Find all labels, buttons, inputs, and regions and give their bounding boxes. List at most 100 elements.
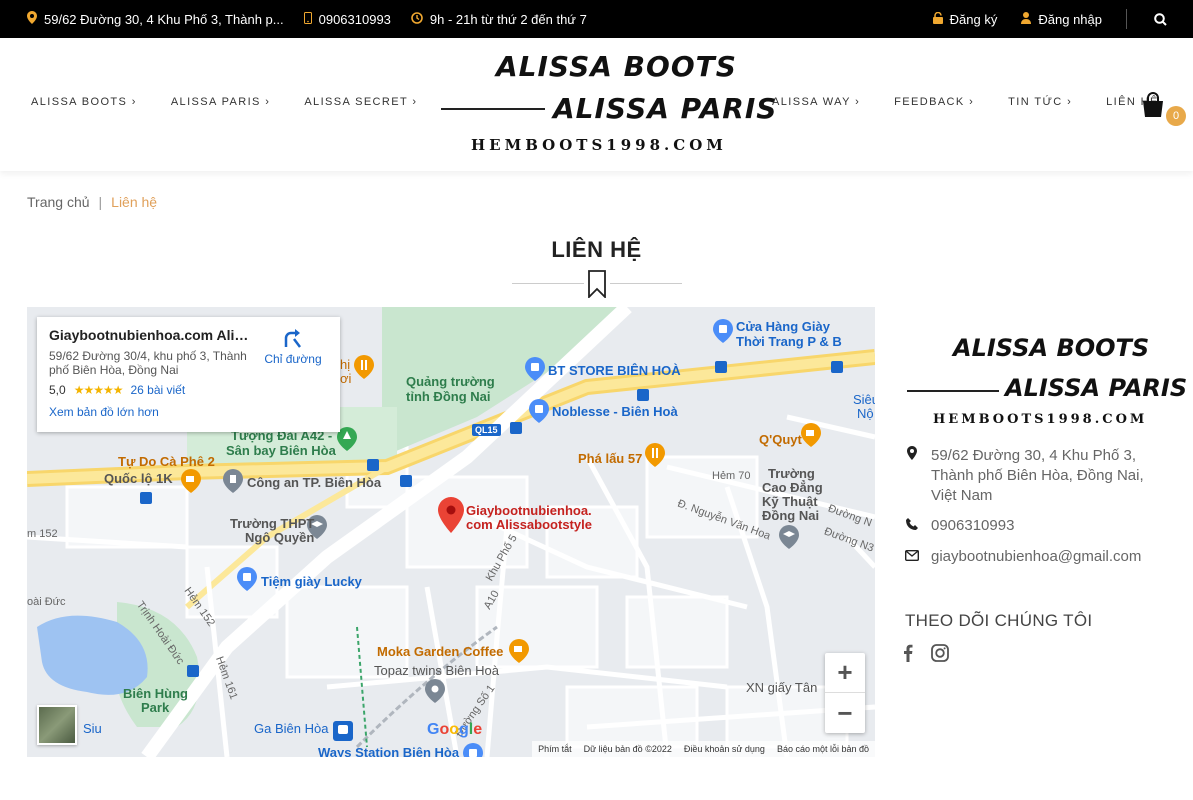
map-label-pin1: Giaybootnubienhoa. — [466, 503, 592, 518]
site-header: ALISSA BOOTS › ALISSA PARIS › ALISSA SEC… — [0, 38, 1193, 171]
phone-icon — [905, 516, 919, 536]
bus-stop-icon — [187, 665, 199, 677]
satellite-toggle[interactable] — [37, 705, 77, 745]
map-label-square1: Quảng trường — [406, 374, 495, 389]
map-label-hoiduc: oài Đức — [27, 596, 66, 608]
social-links — [903, 644, 949, 667]
cafe-pin-icon[interactable] — [801, 423, 821, 452]
map-label-bt-store: BT STORE BIÊN HOÀ — [548, 363, 681, 378]
train-station-icon[interactable] — [333, 721, 353, 746]
place-pin-icon[interactable] — [425, 679, 445, 708]
reviews-link[interactable]: 26 bài viết — [130, 383, 185, 397]
breadcrumb-current: Liên hệ — [111, 194, 158, 210]
terms-link[interactable]: Điều khoản sử dụng — [684, 744, 765, 754]
nav-feedback[interactable]: FEEDBACK › — [894, 96, 974, 108]
place-address: 59/62 Đường 30/4, khu phố 3, Thành phố B… — [49, 349, 247, 377]
shopping-pin-icon[interactable] — [463, 743, 483, 757]
contact-email[interactable]: giaybootnubienhoa@gmail.com — [904, 547, 1141, 567]
zoom-out-button[interactable]: − — [825, 693, 865, 733]
map-place-card: Giaybootnubienhoa.com Aliss... 59/62 Đườ… — [37, 317, 340, 432]
shopping-pin-icon[interactable] — [237, 567, 257, 596]
shopping-pin-icon[interactable] — [713, 319, 733, 348]
map-label-hs2: Ngô Quyền — [245, 530, 315, 545]
topbar-divider — [1126, 9, 1127, 29]
map-label-hem152b: m 152 — [27, 528, 58, 540]
map-label-police: Công an TP. Biên Hòa — [247, 475, 382, 490]
keyboard-shortcuts-link[interactable]: Phím tắt — [538, 744, 572, 754]
google-map[interactable]: QL15 Cửa Hàng Giày Thời Trang P & B BT S… — [27, 307, 875, 757]
contact-address: 59/62 Đường 30, 4 Khu Phố 3, Thành phố B… — [905, 446, 1165, 506]
map-label-college2: Cao Đẳng — [762, 480, 823, 495]
search-icon[interactable] — [1145, 12, 1175, 26]
map-label-oi: ơi — [340, 371, 352, 386]
main-nav-right: ALISSA WAY › FEEDBACK › TIN TỨC › LIÊN H… — [772, 96, 1159, 108]
view-larger-map-link[interactable]: Xem bản đồ lớn hơn — [49, 405, 328, 419]
cafe-pin-icon[interactable] — [181, 469, 201, 498]
cart-count-badge: 0 — [1166, 106, 1186, 126]
map-label-college4: Đồng Nai — [762, 508, 820, 523]
nav-tin-tuc[interactable]: TIN TỨC › — [1008, 96, 1072, 108]
breadcrumb: Trang chủ | Liên hệ — [27, 194, 157, 210]
park-pin-icon[interactable] — [337, 427, 357, 456]
road-shield-ql15: QL15 — [472, 424, 501, 436]
register-link[interactable]: Đăng ký — [932, 11, 997, 27]
bus-stop-icon — [367, 459, 379, 471]
restaurant-pin-icon[interactable] — [354, 355, 374, 384]
title-rule-right — [610, 283, 682, 284]
bus-stop-icon — [510, 422, 522, 434]
top-bar: 59/62 Đường 30, 4 Khu Phố 3, Thành p... … — [0, 0, 1193, 38]
map-label-siu: Siu — [83, 721, 102, 736]
map-data-text: Dữ liệu bản đồ ©2022 — [583, 744, 672, 754]
page-title: LIÊN HỆ — [551, 237, 642, 262]
map-label-phalau: Phá lấu 57 — [578, 451, 643, 466]
logo-line — [907, 390, 999, 392]
zoom-in-button[interactable]: + — [825, 653, 865, 693]
report-error-link[interactable]: Báo cáo một lỗi bản đồ — [777, 744, 869, 754]
bus-stop-icon — [140, 492, 152, 504]
instagram-icon[interactable] — [931, 644, 949, 667]
map-attribution: Phím tắt Dữ liệu bản đồ ©2022 Điều khoản… — [532, 741, 875, 757]
directions-button[interactable]: Chỉ đường — [258, 327, 328, 366]
login-link[interactable]: Đăng nhập — [1021, 11, 1102, 27]
nav-alissa-boots[interactable]: ALISSA BOOTS › — [31, 96, 137, 108]
shopping-pin-icon[interactable] — [529, 399, 549, 428]
nav-alissa-secret[interactable]: ALISSA SECRET › — [304, 96, 417, 108]
map-label-square2: tỉnh Đồng Nai — [406, 389, 491, 404]
site-logo[interactable]: ALISSA BOOTS ALISSA PARIS HEMBOOTS1998.C… — [441, 50, 776, 160]
map-label-cafe-tudo: Tự Do Cà Phê 2 — [118, 454, 215, 469]
topbar-phone[interactable]: 0906310993 — [303, 11, 391, 27]
restaurant-pin-icon[interactable] — [645, 443, 665, 472]
map-label-hs1: Trường THPT — [230, 516, 315, 531]
map-label-moka: Moka Garden Coffee — [377, 644, 504, 659]
google-logo: Google — [427, 721, 483, 738]
cafe-pin-icon[interactable] — [509, 639, 529, 668]
zoom-controls: + − — [825, 653, 865, 733]
facebook-icon[interactable] — [903, 644, 913, 667]
star-rating-icon: ★★★★★ — [73, 383, 124, 397]
cart-button[interactable]: 0 — [1140, 92, 1190, 132]
map-label-hem70: Hẻm 70 — [712, 470, 751, 482]
map-label-park1: Biên Hùng — [123, 686, 188, 701]
bus-stop-icon — [831, 361, 843, 373]
topbar-hours: 9h - 21h từ thứ 2 đến thứ 7 — [411, 12, 587, 27]
shopping-pin-icon[interactable] — [525, 357, 545, 386]
nav-alissa-paris[interactable]: ALISSA PARIS › — [171, 96, 271, 108]
location-pin-icon[interactable] — [438, 497, 464, 538]
contact-info: ALISSA BOOTS ALISSA PARIS HEMBOOTS1998.C… — [905, 330, 1187, 435]
shopping-bag-icon — [1140, 92, 1166, 122]
follow-us-heading: THEO DÕI CHÚNG TÔI — [905, 611, 1093, 630]
map-label-phi: hị — [340, 357, 351, 372]
user-icon — [1021, 11, 1032, 27]
police-pin-icon[interactable] — [223, 469, 243, 498]
map-label-noblesse: Noblesse - Biên Hoà — [552, 404, 678, 419]
school-pin-icon[interactable] — [779, 525, 799, 554]
breadcrumb-home[interactable]: Trang chủ — [27, 194, 90, 210]
contact-phone[interactable]: 0906310993 — [905, 516, 1014, 536]
nav-alissa-way[interactable]: ALISSA WAY › — [772, 96, 860, 108]
main-nav-left: ALISSA BOOTS › ALISSA PARIS › ALISSA SEC… — [31, 96, 417, 108]
map-label-park2: Park — [141, 700, 170, 715]
map-label-shop1: Cửa Hàng Giày — [736, 319, 830, 334]
lock-icon — [932, 11, 943, 27]
map-label-station: Ga Biên Hòa — [254, 721, 329, 736]
logo-line — [441, 108, 545, 110]
